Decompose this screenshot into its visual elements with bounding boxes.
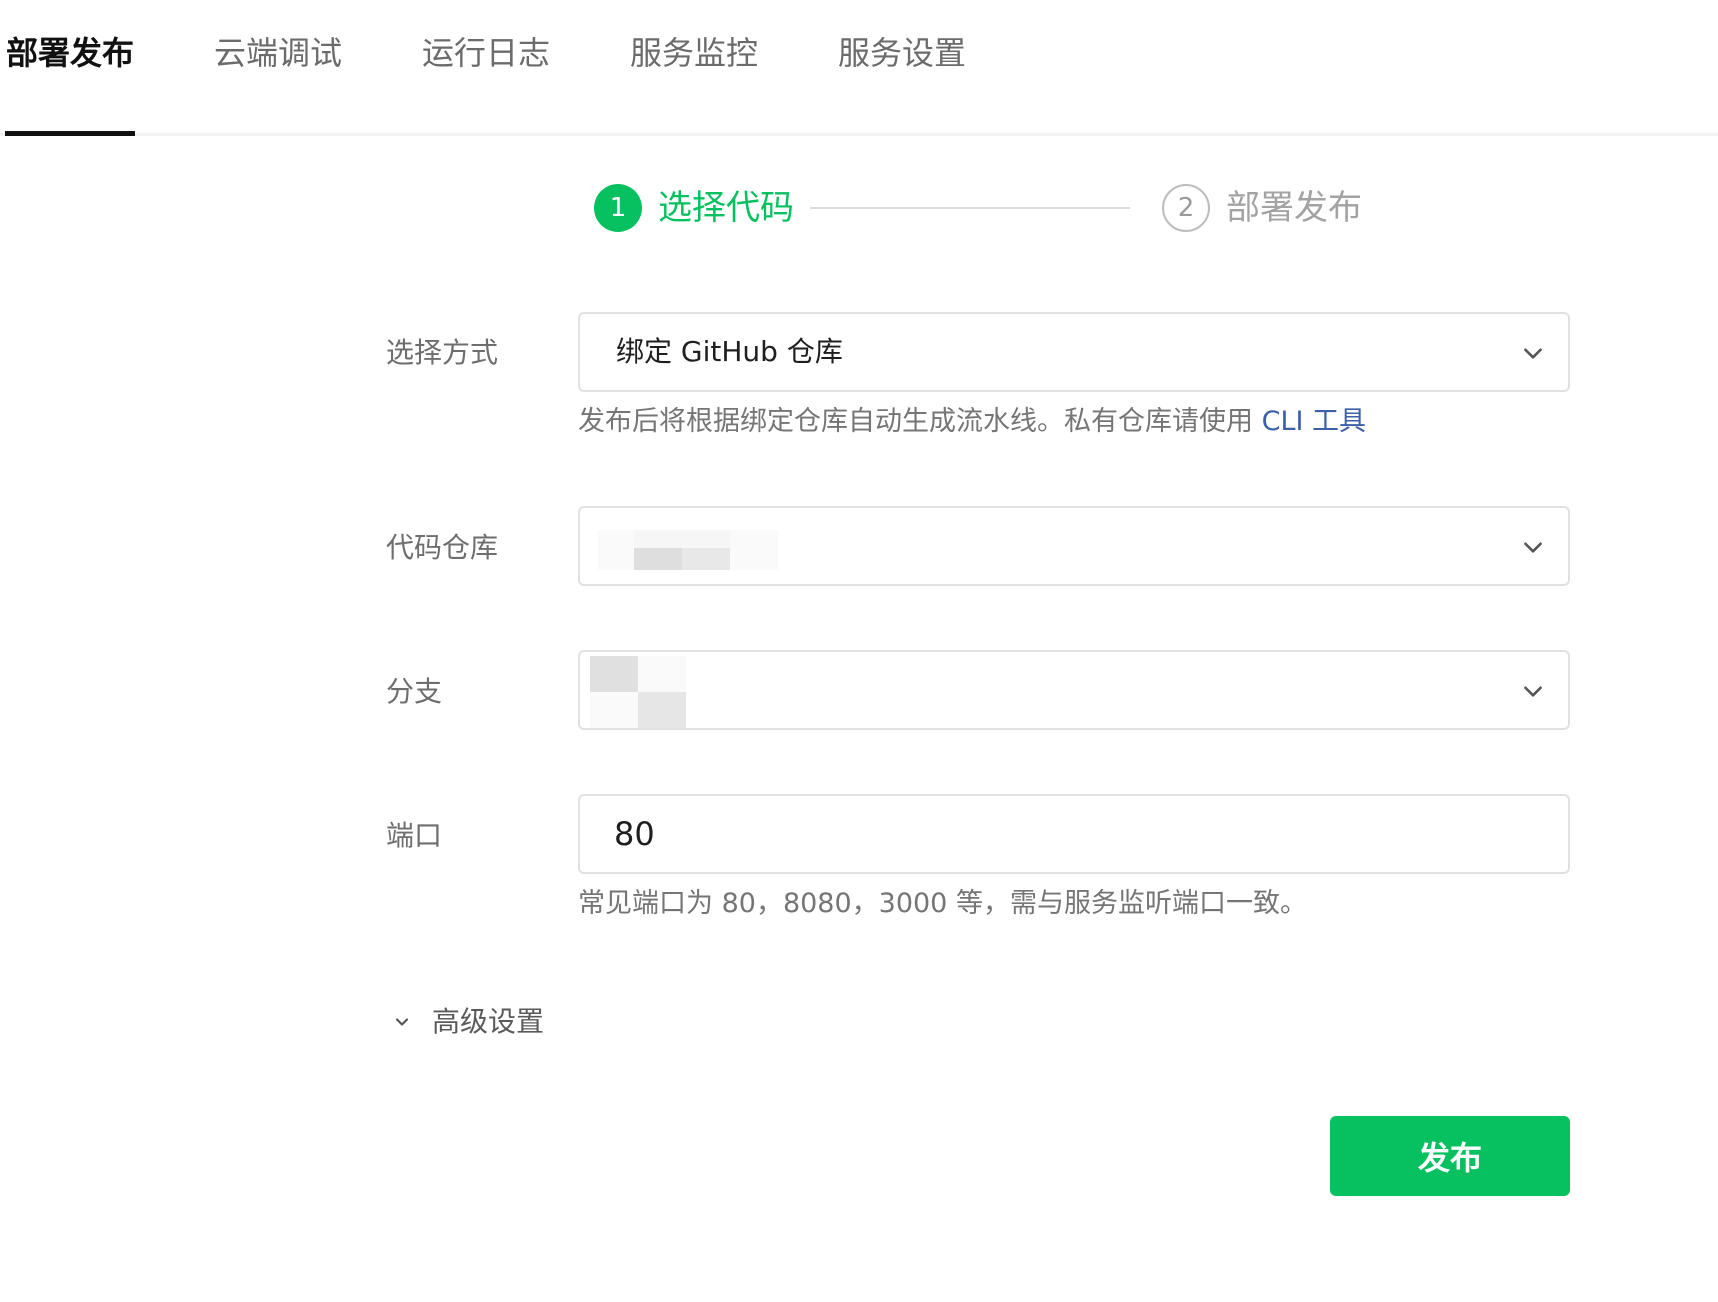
advanced-settings-label: 高级设置 [432, 1005, 545, 1038]
tab-service-settings[interactable]: 服务设置 [838, 30, 966, 76]
chevron-down-icon [1524, 542, 1542, 553]
step-1-label: 选择代码 [658, 188, 794, 228]
chevron-down-icon [1524, 686, 1542, 697]
tab-deploy[interactable]: 部署发布 [6, 30, 134, 76]
branch-label: 分支 [386, 675, 443, 708]
publish-button[interactable]: 发布 [1330, 1116, 1570, 1196]
tab-bar: 部署发布 云端调试 运行日志 服务监控 服务设置 [0, 0, 1718, 136]
step-2-badge: 2 [1162, 184, 1210, 232]
method-label: 选择方式 [386, 336, 499, 369]
step-2-label: 部署发布 [1226, 188, 1362, 228]
port-hint: 常见端口为 80，8080，3000 等，需与服务监听端口一致。 [578, 888, 1307, 919]
tab-service-monitor[interactable]: 服务监控 [630, 30, 758, 76]
method-hint-text: 发布后将根据绑定仓库自动生成流水线。私有仓库请使用 [578, 406, 1262, 437]
method-select-value: 绑定 GitHub 仓库 [616, 335, 843, 368]
chevron-down-icon [395, 1018, 409, 1026]
port-input[interactable] [578, 794, 1570, 874]
step-connector [810, 207, 1130, 209]
port-label: 端口 [386, 819, 443, 852]
tab-cloud-debug[interactable]: 云端调试 [214, 30, 342, 76]
chevron-down-icon [1524, 348, 1542, 359]
tab-run-logs[interactable]: 运行日志 [422, 30, 550, 76]
method-select[interactable]: 绑定 GitHub 仓库 [578, 312, 1570, 392]
branch-select[interactable] [578, 650, 1570, 730]
active-tab-indicator [5, 131, 135, 136]
repo-label: 代码仓库 [386, 531, 499, 564]
step-1-badge: 1 [594, 184, 642, 232]
repo-select[interactable] [578, 506, 1570, 586]
cli-tool-link[interactable]: CLI 工具 [1262, 406, 1366, 437]
method-hint: 发布后将根据绑定仓库自动生成流水线。私有仓库请使用 CLI 工具 [578, 402, 1366, 442]
